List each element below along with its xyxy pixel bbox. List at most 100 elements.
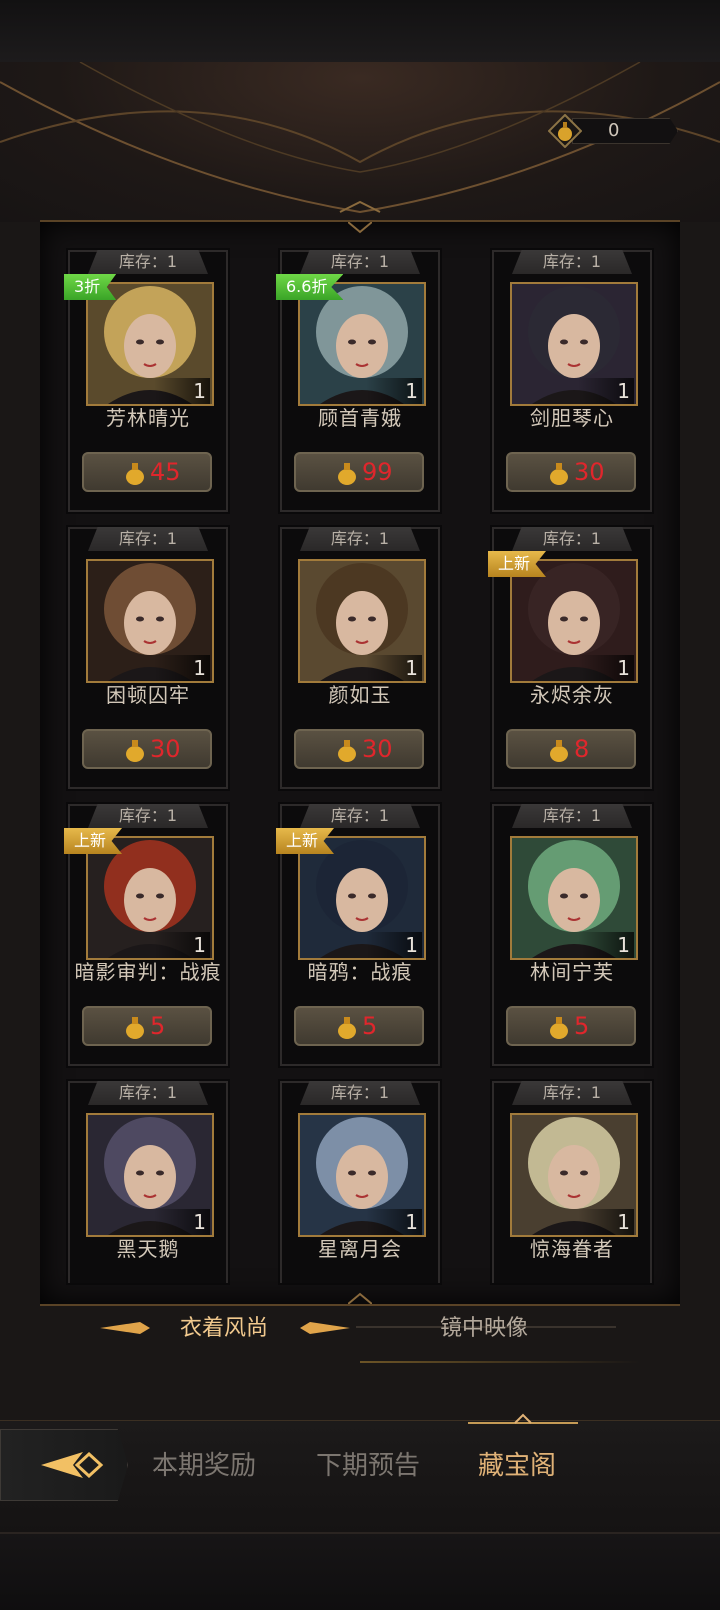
buy-button[interactable]: 5 (294, 1006, 424, 1046)
buy-button[interactable]: 30 (82, 729, 212, 769)
currency-display: 0 (548, 114, 680, 148)
quantity-label: 1 (578, 1209, 634, 1235)
shop-item-card[interactable]: 库存：1 1 上新 暗鸦：战痕 5 (276, 804, 440, 1066)
quantity-label: 1 (578, 655, 634, 681)
stock-label: 库存：1 (512, 1081, 632, 1105)
shop-item-card[interactable]: 库存：1 1 6.6折 顾首青娥 99 (276, 250, 440, 512)
stock-label: 库存：1 (512, 527, 632, 551)
quantity-label: 1 (578, 932, 634, 958)
tab-mirror[interactable]: 镜中映像 (440, 1310, 528, 1342)
sub-tab-bar: 衣着风尚 镜中映像 (0, 1300, 720, 1360)
character-portrait: 1 (86, 1113, 214, 1237)
active-tab-indicator (468, 1413, 578, 1424)
gold-pouch-icon (550, 463, 568, 485)
stock-label: 库存：1 (300, 250, 420, 274)
shop-item-card[interactable]: 库存：1 1 惊海眷者 (492, 1081, 652, 1283)
item-name: 芳林晴光 (106, 406, 190, 430)
item-name: 剑胆琴心 (530, 406, 614, 430)
shop-item-card[interactable]: 库存：1 1 黑天鹅 (68, 1081, 228, 1283)
shop-item-card[interactable]: 库存：1 1 颜如玉 30 (280, 527, 440, 789)
gold-pouch-icon (550, 740, 568, 762)
shop-item-card[interactable]: 库存：1 1 星离月会 (280, 1081, 440, 1283)
gold-pouch-icon (126, 740, 144, 762)
tab-current-rewards[interactable]: 本期奖励 (152, 1445, 256, 1482)
stock-label: 库存：1 (88, 527, 208, 551)
character-portrait: 1 (86, 282, 214, 406)
quantity-label: 1 (154, 655, 210, 681)
stock-label: 库存：1 (512, 804, 632, 828)
gold-pouch-icon (126, 1017, 144, 1039)
character-portrait: 1 (86, 836, 214, 960)
character-portrait: 1 (298, 282, 426, 406)
shop-item-card[interactable]: 库存：1 1 3折 芳林晴光 45 (64, 250, 228, 512)
buy-button[interactable]: 45 (82, 452, 212, 492)
character-portrait: 1 (510, 559, 638, 683)
gold-pouch-icon (338, 1017, 356, 1039)
stock-label: 库存：1 (300, 527, 420, 551)
buy-button[interactable]: 30 (506, 452, 636, 492)
gold-pouch-icon (126, 463, 144, 485)
price-value: 5 (150, 1012, 166, 1040)
price-value: 30 (362, 735, 393, 763)
back-button[interactable] (0, 1429, 128, 1501)
gold-pouch-icon (550, 1017, 568, 1039)
price-value: 30 (150, 735, 181, 763)
shop-item-card[interactable]: 库存：1 1 剑胆琴心 30 (492, 250, 652, 512)
character-portrait: 1 (298, 559, 426, 683)
buy-button[interactable]: 8 (506, 729, 636, 769)
currency-box (572, 118, 678, 144)
shop-item-card[interactable]: 库存：1 1 困顿囚牢 30 (68, 527, 228, 789)
item-name: 暗影审判：战痕 (74, 960, 222, 984)
bottom-strip (0, 1532, 720, 1610)
tab-treasure[interactable]: 藏宝阁 (478, 1445, 556, 1482)
stock-label: 库存：1 (300, 1081, 420, 1105)
item-name: 暗鸦：战痕 (307, 960, 413, 984)
item-name: 困顿囚牢 (106, 683, 190, 707)
bottom-nav: 本期奖励 下期预告 藏宝阁 (0, 1413, 720, 1533)
item-name: 颜如玉 (328, 683, 392, 707)
buy-button[interactable]: 5 (506, 1006, 636, 1046)
stock-label: 库存：1 (88, 250, 208, 274)
character-portrait: 1 (298, 1113, 426, 1237)
stock-label: 库存：1 (512, 250, 632, 274)
stock-label: 库存：1 (300, 804, 420, 828)
buy-button[interactable]: 99 (294, 452, 424, 492)
character-portrait: 1 (86, 559, 214, 683)
nav-divider (360, 1361, 640, 1363)
buy-button[interactable]: 5 (82, 1006, 212, 1046)
currency-amount: 0 (608, 120, 620, 141)
price-value: 5 (574, 1012, 590, 1040)
shop-item-card[interactable]: 库存：1 1 林间宁芙 5 (492, 804, 652, 1066)
item-name: 黑天鹅 (116, 1237, 180, 1261)
gold-pouch-icon (338, 740, 356, 762)
quantity-label: 1 (366, 1209, 422, 1235)
flame-left-icon (100, 1322, 150, 1334)
quantity-label: 1 (154, 378, 210, 404)
item-name: 星离月会 (318, 1237, 402, 1261)
back-arrow-icon (41, 1451, 104, 1479)
top-strip (0, 0, 720, 64)
tab-fashion[interactable]: 衣着风尚 (180, 1310, 268, 1342)
shop-item-card[interactable]: 库存：1 1 上新 永烬余灰 8 (488, 527, 652, 789)
price-value: 8 (574, 735, 590, 763)
quantity-label: 1 (366, 932, 422, 958)
stock-label: 库存：1 (88, 804, 208, 828)
item-name: 林间宁芙 (530, 960, 614, 984)
item-name: 永烬余灰 (530, 683, 614, 707)
tab-next-preview[interactable]: 下期预告 (316, 1445, 420, 1482)
gem-icon (548, 114, 582, 148)
panel-ornament-top (348, 222, 372, 234)
shop-item-card[interactable]: 库存：1 1 上新 暗影审判：战痕 5 (64, 804, 228, 1066)
price-value: 5 (362, 1012, 378, 1040)
character-portrait: 1 (510, 836, 638, 960)
character-portrait: 1 (510, 282, 638, 406)
buy-button[interactable]: 30 (294, 729, 424, 769)
character-portrait: 1 (298, 836, 426, 960)
item-name: 惊海眷者 (530, 1237, 614, 1261)
stock-label: 库存：1 (88, 1081, 208, 1105)
character-portrait: 1 (510, 1113, 638, 1237)
quantity-label: 1 (366, 655, 422, 681)
price-value: 99 (362, 458, 393, 486)
quantity-label: 1 (154, 932, 210, 958)
item-name: 顾首青娥 (318, 406, 402, 430)
